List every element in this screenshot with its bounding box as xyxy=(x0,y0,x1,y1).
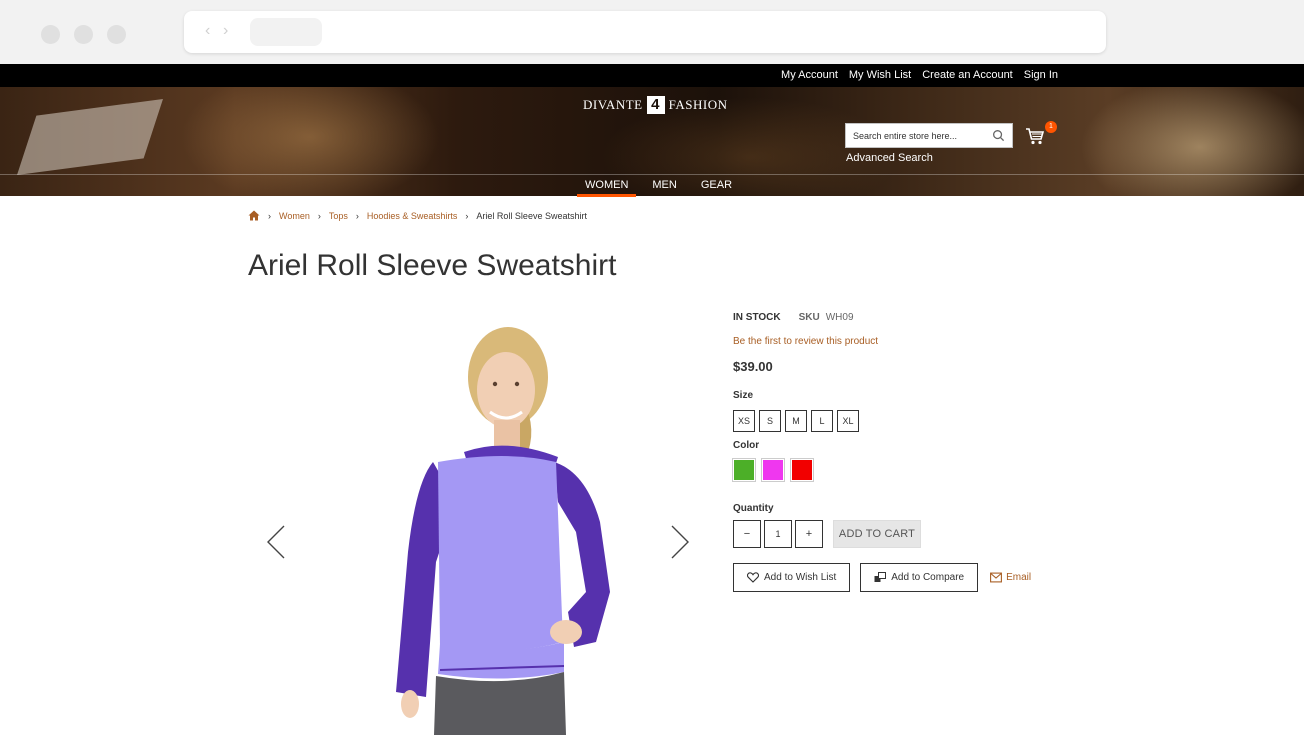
forward-icon[interactable]: › xyxy=(223,23,228,39)
sku-value: WH09 xyxy=(825,312,854,323)
product-title: Ariel Roll Sleeve Sweatshirt xyxy=(248,249,617,282)
breadcrumb-women[interactable]: Women xyxy=(279,211,310,221)
store-logo[interactable]: DIVANTE 4 FASHION xyxy=(583,96,727,114)
color-swatch-magenta[interactable] xyxy=(761,458,785,482)
size-options: XS S M L XL xyxy=(733,410,859,432)
breadcrumb-separator: › xyxy=(355,210,359,221)
home-icon[interactable] xyxy=(248,210,260,221)
size-option-m[interactable]: M xyxy=(785,410,807,432)
breadcrumb-current: Ariel Roll Sleeve Sweatshirt xyxy=(476,210,587,221)
add-to-compare-button[interactable]: Add to Compare xyxy=(860,563,979,592)
sku-label: SKU xyxy=(798,312,820,323)
heart-icon xyxy=(747,572,759,583)
envelope-icon xyxy=(990,572,1003,583)
my-account-link[interactable]: My Account xyxy=(781,69,838,81)
nav-item-women[interactable]: WOMEN xyxy=(577,175,637,197)
breadcrumb-separator: › xyxy=(317,210,321,221)
quantity-decrease-button[interactable]: − xyxy=(733,520,761,548)
cart-count-badge: 1 xyxy=(1045,121,1057,133)
product-actions: Add to Wish List Add to Compare Email xyxy=(733,563,1031,592)
breadcrumb: › Women › Tops › Hoodies & Sweatshirts ›… xyxy=(248,210,587,221)
size-option-xs[interactable]: XS xyxy=(733,410,755,432)
quantity-input[interactable]: 1 xyxy=(764,520,792,548)
logo-text-left: DIVANTE xyxy=(583,97,643,112)
my-wish-list-link[interactable]: My Wish List xyxy=(849,69,911,81)
header-background-shape xyxy=(17,98,163,176)
quantity-label: Quantity xyxy=(733,503,774,514)
email-label: Email xyxy=(1006,572,1032,583)
gallery-prev-arrow-icon[interactable] xyxy=(266,524,286,560)
size-label: Size xyxy=(733,390,754,401)
search-icon[interactable] xyxy=(992,129,1005,142)
wishlist-label: Add to Wish List xyxy=(764,572,837,583)
product-gallery xyxy=(248,300,708,735)
search-box xyxy=(845,123,1013,148)
size-option-xl[interactable]: XL xyxy=(837,410,859,432)
breadcrumb-hoodies[interactable]: Hoodies & Sweatshirts xyxy=(367,211,458,221)
gallery-next-arrow-icon[interactable] xyxy=(670,524,690,560)
breadcrumb-tops[interactable]: Tops xyxy=(329,211,348,221)
stock-status: IN STOCK xyxy=(733,312,781,323)
color-options xyxy=(732,458,814,482)
window-maximize-dot[interactable] xyxy=(107,25,126,44)
breadcrumb-separator: › xyxy=(268,210,271,221)
cart-icon[interactable] xyxy=(1025,127,1045,145)
nav-item-men[interactable]: MEN xyxy=(644,175,684,197)
size-option-s[interactable]: S xyxy=(759,410,781,432)
logo-mark: 4 xyxy=(646,96,665,114)
quantity-stepper: − 1 + xyxy=(733,520,823,548)
color-swatch-red[interactable] xyxy=(790,458,814,482)
breadcrumb-separator: › xyxy=(465,210,469,221)
size-option-l[interactable]: L xyxy=(811,410,833,432)
search-input[interactable] xyxy=(846,124,986,147)
color-label: Color xyxy=(733,440,760,451)
email-link[interactable]: Email xyxy=(990,572,1031,583)
compare-icon xyxy=(874,572,887,582)
window-minimize-dot[interactable] xyxy=(74,25,93,44)
back-icon[interactable]: ‹ xyxy=(205,23,210,39)
browser-chrome: ‹ › xyxy=(0,0,1304,64)
add-to-cart-button[interactable]: ADD TO CART xyxy=(833,520,921,548)
advanced-search-link[interactable]: Advanced Search xyxy=(846,152,933,164)
logo-text-right: FASHION xyxy=(668,97,728,112)
address-bar[interactable]: ‹ › xyxy=(184,11,1106,53)
nav-item-gear[interactable]: GEAR xyxy=(693,175,740,197)
top-links-bar: My Account My Wish List Create an Accoun… xyxy=(0,64,1304,87)
compare-label: Add to Compare xyxy=(891,572,965,583)
sign-in-link[interactable]: Sign In xyxy=(1024,69,1058,81)
quantity-increase-button[interactable]: + xyxy=(795,520,823,548)
add-to-wishlist-button[interactable]: Add to Wish List xyxy=(733,563,851,592)
product-photo xyxy=(396,327,610,735)
sku-line: SKU WH09 xyxy=(799,312,854,323)
create-account-link[interactable]: Create an Account xyxy=(922,69,1013,81)
window-close-dot[interactable] xyxy=(41,25,60,44)
color-swatch-green[interactable] xyxy=(732,458,756,482)
url-field[interactable] xyxy=(250,18,322,46)
product-price: $39.00 xyxy=(733,359,773,374)
review-link[interactable]: Be the first to review this product xyxy=(733,336,878,347)
main-navigation: WOMEN MEN GEAR xyxy=(0,174,1304,197)
